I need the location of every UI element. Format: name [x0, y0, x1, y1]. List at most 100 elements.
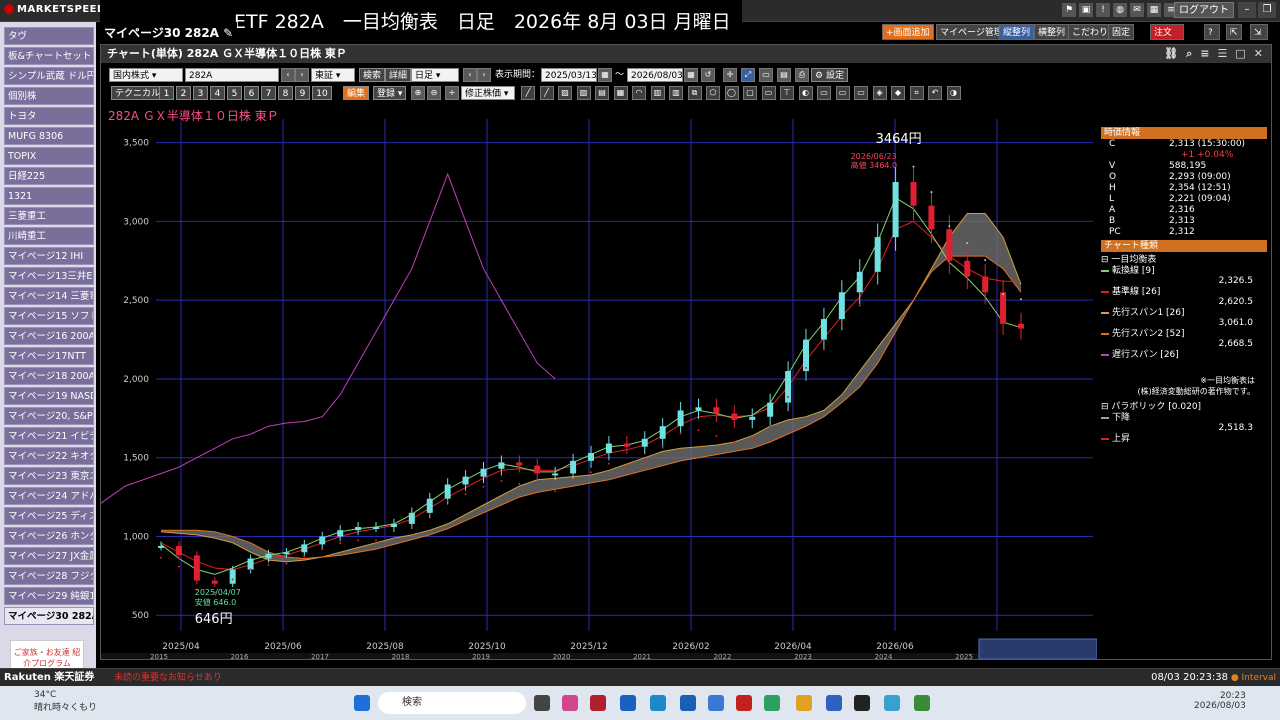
mcafee-icon[interactable]	[736, 695, 752, 711]
draw-tool-icon[interactable]: ⊤	[780, 86, 794, 100]
clock[interactable]: 20:23 2026/08/03	[1194, 691, 1246, 711]
chrome-icon[interactable]	[796, 695, 812, 711]
outlook-icon[interactable]	[620, 695, 636, 711]
popout-icon[interactable]: ⇱	[1226, 24, 1242, 40]
sidebar-item[interactable]: マイページ13三井E&S	[4, 267, 94, 285]
sidebar-item[interactable]: 日経225	[4, 167, 94, 185]
draw-tool-icon[interactable]: ▭	[761, 86, 776, 100]
globe-icon[interactable]: ◍	[1113, 3, 1127, 17]
sidebar-item[interactable]: タヴ	[4, 27, 94, 45]
restore-icon[interactable]: ❐	[1258, 2, 1276, 18]
draw-tool-icon[interactable]: ▭	[817, 86, 831, 100]
draw-tool-icon[interactable]: ◯	[724, 86, 739, 100]
mail-icon[interactable]: ✉	[1130, 3, 1144, 17]
draw-tool-icon[interactable]: ▥	[650, 86, 665, 100]
sidebar-item[interactable]: マイページ28 フジクラ	[4, 567, 94, 585]
mypage-title[interactable]: マイページ30 282A ✎	[100, 22, 238, 43]
draw-tool-icon[interactable]: ╱	[521, 86, 535, 100]
draw-tool-icon[interactable]: ◠	[632, 86, 646, 100]
edit-pencil-icon[interactable]: ✎	[223, 26, 233, 40]
sidebar-item[interactable]: トヨタ	[4, 107, 94, 125]
draw-tool-icon[interactable]: ▭	[854, 86, 868, 100]
calendar-to-icon[interactable]: ▦	[684, 68, 698, 82]
chart-tab[interactable]: 4	[210, 86, 225, 100]
next-period-icon[interactable]: ›	[477, 68, 491, 82]
draw-tool-icon[interactable]: ▨	[558, 86, 572, 100]
chart-tab[interactable]: 5	[227, 86, 242, 100]
sidebar-item[interactable]: マイページ18 200A	[4, 367, 94, 385]
sidebar-item[interactable]: マイページ20, S&P50	[4, 407, 94, 425]
zoom-out-icon[interactable]: ⊖	[427, 86, 441, 100]
expand-icon[interactable]: ⇲	[1250, 24, 1268, 40]
draw-tool-icon[interactable]: ▢	[743, 86, 757, 100]
collapse-parabolic-icon[interactable]: ⊟	[1101, 402, 1109, 412]
sidebar-item[interactable]: マイページ17NTT	[4, 347, 94, 365]
marketspeed-icon[interactable]	[854, 695, 870, 711]
sidebar-item[interactable]: マイページ16 200A	[4, 327, 94, 345]
settings-button[interactable]: ⚙ 設定	[811, 68, 848, 82]
minimize-icon[interactable]: –	[1238, 2, 1256, 18]
notify-icon[interactable]: ⚑	[1062, 3, 1076, 17]
notice-text[interactable]: 未読の重要なお知らせあり	[114, 669, 222, 687]
zoom-in-icon[interactable]: ⊕	[411, 86, 425, 100]
preferences-button[interactable]: こだわり	[1068, 24, 1113, 40]
close-icon[interactable]: ✕	[1254, 47, 1263, 61]
price-adjust-select[interactable]: 修正株価 ▾	[461, 86, 515, 100]
range-from-input[interactable]: 2025/03/13	[541, 68, 597, 82]
period-select[interactable]: 日足 ▾	[411, 68, 459, 82]
chart-tab[interactable]: 2	[176, 86, 191, 100]
draw-tool-icon[interactable]: ↶	[928, 86, 942, 100]
draw-tool-icon[interactable]: ◆	[891, 86, 905, 100]
sidebar-item[interactable]: マイページ12 IHI	[4, 247, 94, 265]
crosshair-icon[interactable]: ✛	[723, 68, 737, 82]
chart-tab[interactable]: 9	[295, 86, 310, 100]
app-icon-5[interactable]	[914, 695, 930, 711]
draw-tool-icon[interactable]: ◑	[946, 86, 961, 100]
next-icon[interactable]: ›	[295, 68, 309, 82]
zoom-icon[interactable]: ⤢	[741, 68, 755, 82]
refresh-icon[interactable]: ↺	[701, 68, 715, 82]
sidebar-item[interactable]: マイページ23 東京エレ	[4, 467, 94, 485]
sidebar-item[interactable]: マイページ14 三菱電	[4, 287, 94, 305]
alert-icon[interactable]: !	[1096, 3, 1110, 17]
save-icon[interactable]: ▤	[777, 68, 791, 82]
draw-tool-icon[interactable]: ╱	[539, 86, 554, 100]
ichimoku-chart[interactable]: 2025/04 2025/06 2025/08 2025/10 2025/12 2026/…	[101, 119, 1097, 659]
search-icon[interactable]: ⌕	[1186, 47, 1192, 61]
order-button[interactable]: 注文	[1150, 24, 1184, 40]
sidebar-item[interactable]: マイページ15 ソフトバ	[4, 307, 94, 325]
fix-button[interactable]: 固定	[1108, 24, 1135, 40]
app-icon-3[interactable]	[826, 695, 842, 711]
draw-tool-icon[interactable]: ▭	[835, 86, 850, 100]
taskbar-search[interactable]: 検索	[378, 692, 526, 714]
code-input[interactable]: 282A	[185, 68, 279, 82]
sidebar-item[interactable]: マイページ27 JX金属	[4, 547, 94, 565]
market-select[interactable]: 国内株式 ▾	[109, 68, 183, 82]
plus-icon[interactable]: +	[445, 86, 459, 100]
technical-button[interactable]: テクニカル	[111, 86, 165, 100]
draw-tool-icon[interactable]: ▥	[669, 86, 683, 100]
range-to-input[interactable]: 2026/08/03	[627, 68, 683, 82]
sidebar-item[interactable]: 1321	[4, 187, 94, 205]
sidebar-item[interactable]: 川崎重工	[4, 227, 94, 245]
chart-tab[interactable]: 1	[159, 86, 174, 100]
chart-tab[interactable]: 7	[261, 86, 276, 100]
draw-tool-icon[interactable]: ⬠	[706, 86, 720, 100]
print-icon[interactable]: ⎙	[795, 68, 809, 82]
sidebar-item[interactable]: マイページ22 キオクシ	[4, 447, 94, 465]
exchange-select[interactable]: 東証 ▾	[311, 68, 355, 82]
app-icon-4[interactable]	[884, 695, 900, 711]
feed-icon[interactable]: ▣	[1079, 3, 1093, 17]
list-icon[interactable]: ≡	[1200, 47, 1209, 61]
edit-button[interactable]: 編集	[343, 86, 370, 100]
help-icon[interactable]: ?	[1204, 24, 1220, 40]
sidebar-item[interactable]: 個別株	[4, 87, 94, 105]
chart-tab[interactable]: 8	[278, 86, 293, 100]
start-icon[interactable]	[354, 695, 370, 711]
sidebar-item[interactable]: マイページ19 NASDA	[4, 387, 94, 405]
search-button[interactable]: 検索	[359, 68, 386, 82]
draw-tool-icon[interactable]: ◐	[798, 86, 813, 100]
horizontal-align-button[interactable]: 横整列	[1034, 24, 1070, 40]
calendar-icon[interactable]: ▦	[598, 68, 612, 82]
draw-tool-icon[interactable]: ▨	[576, 86, 591, 100]
